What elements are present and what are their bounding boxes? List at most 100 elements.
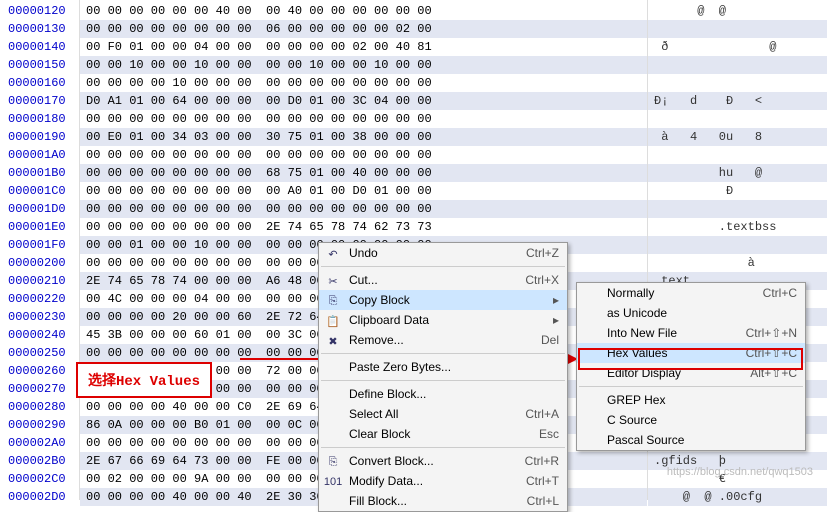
ascii-row xyxy=(648,200,827,218)
menu-item-define-block[interactable]: Define Block... xyxy=(319,384,567,404)
offset-value: 000002D0 xyxy=(0,488,79,506)
menu-item-label: Undo xyxy=(349,246,510,260)
offset-value: 00000260 xyxy=(0,362,79,380)
menu-item-undo[interactable]: ↶ Undo Ctrl+Z xyxy=(319,243,567,263)
ascii-row xyxy=(648,110,827,128)
menu-item-grep-hex[interactable]: GREP Hex xyxy=(577,390,805,410)
menu-item-as-unicode[interactable]: as Unicode xyxy=(577,303,805,323)
menu-item-c-source[interactable]: C Source xyxy=(577,410,805,430)
ascii-row: @ @ xyxy=(648,2,827,20)
menu-item-label: Clipboard Data xyxy=(349,313,541,327)
menu-icon: ⎘ xyxy=(325,454,341,470)
menu-separator xyxy=(321,266,565,267)
menu-item-label: Fill Block... xyxy=(349,494,511,508)
hex-row[interactable]: 00 00 10 00 00 10 00 00 00 00 10 00 00 1… xyxy=(80,56,647,74)
hex-row[interactable]: 00 00 00 00 00 00 00 00 00 00 00 00 00 0… xyxy=(80,200,647,218)
menu-shortcut: Ctrl+C xyxy=(763,286,797,300)
hex-row[interactable]: 00 00 00 00 00 00 00 00 2E 74 65 78 74 6… xyxy=(80,218,647,236)
annotation-callout: 选择Hex Values xyxy=(76,362,212,398)
offset-value: 00000180 xyxy=(0,110,79,128)
ascii-row: .textbss xyxy=(648,218,827,236)
menu-shortcut: Del xyxy=(541,333,559,347)
hex-row[interactable]: 00 F0 01 00 00 04 00 00 00 00 00 00 02 0… xyxy=(80,38,647,56)
ascii-row: ð @ xyxy=(648,38,827,56)
menu-icon: ✖ xyxy=(325,333,341,349)
hex-row[interactable]: 00 00 00 00 00 00 00 00 06 00 00 00 00 0… xyxy=(80,20,647,38)
offset-value: 000002B0 xyxy=(0,452,79,470)
hex-row[interactable]: 00 00 00 00 00 00 40 00 00 40 00 00 00 0… xyxy=(80,2,647,20)
menu-item-cut[interactable]: ✂Cut...Ctrl+X xyxy=(319,270,567,290)
offset-value: 00000250 xyxy=(0,344,79,362)
offset-value: 000001E0 xyxy=(0,218,79,236)
context-menu[interactable]: ↶ Undo Ctrl+Z ✂Cut...Ctrl+X ⎘ Copy Block ▸ 📋 Cli… xyxy=(318,242,568,512)
callout-text: 选择Hex Values xyxy=(88,374,200,390)
menu-item-label: Pascal Source xyxy=(607,433,797,447)
offset-value: 00000170 xyxy=(0,92,79,110)
ascii-row: à 4 0u 8 xyxy=(648,128,827,146)
menu-item-pascal-source[interactable]: Pascal Source xyxy=(577,430,805,450)
offset-value: 00000150 xyxy=(0,56,79,74)
menu-shortcut: Ctrl+Z xyxy=(526,246,559,260)
offset-value: 00000230 xyxy=(0,308,79,326)
hex-row[interactable]: 00 00 00 00 00 00 00 00 68 75 01 00 40 0… xyxy=(80,164,647,182)
menu-icon: ↶ xyxy=(325,246,341,262)
menu-item-paste-zero-bytes[interactable]: Paste Zero Bytes... xyxy=(319,357,567,377)
ascii-row xyxy=(648,56,827,74)
menu-separator xyxy=(321,380,565,381)
menu-item-into-new-file[interactable]: Into New FileCtrl+⇧+N xyxy=(577,323,805,343)
hex-row[interactable]: D0 A1 01 00 64 00 00 00 00 D0 01 00 3C 0… xyxy=(80,92,647,110)
menu-item-copy-block[interactable]: ⎘ Copy Block ▸ xyxy=(319,290,567,310)
offset-value: 00000290 xyxy=(0,416,79,434)
menu-item-convert-block[interactable]: ⎘Convert Block...Ctrl+R xyxy=(319,451,567,471)
menu-item-select-all[interactable]: Select All Ctrl+A xyxy=(319,404,567,424)
ascii-row: @ @ .00cfg xyxy=(648,488,827,506)
menu-item-remove[interactable]: ✖ Remove... Del xyxy=(319,330,567,350)
menu-item-clipboard-data[interactable]: 📋 Clipboard Data ▸ xyxy=(319,310,567,330)
offset-column: 0000012000000130000001400000015000000160… xyxy=(0,0,80,500)
offset-value: 000002A0 xyxy=(0,434,79,452)
hex-row[interactable]: 00 E0 01 00 34 03 00 00 30 75 01 00 38 0… xyxy=(80,128,647,146)
offset-value: 00000160 xyxy=(0,74,79,92)
offset-value: 00000130 xyxy=(0,20,79,38)
offset-value: 00000140 xyxy=(0,38,79,56)
hex-row[interactable]: 00 00 00 00 00 00 00 00 00 A0 01 00 D0 0… xyxy=(80,182,647,200)
menu-item-normally[interactable]: NormallyCtrl+C xyxy=(577,283,805,303)
offset-value: 000001F0 xyxy=(0,236,79,254)
menu-item-label: Modify Data... xyxy=(349,474,510,488)
menu-icon: 101 xyxy=(325,474,341,490)
offset-value: 00000240 xyxy=(0,326,79,344)
offset-value: 000002C0 xyxy=(0,470,79,488)
offset-value: 00000270 xyxy=(0,380,79,398)
hex-row[interactable]: 00 00 00 00 00 00 00 00 00 00 00 00 00 0… xyxy=(80,110,647,128)
ascii-row: à xyxy=(648,254,827,272)
menu-item-modify-data[interactable]: 101 Modify Data... Ctrl+T xyxy=(319,471,567,491)
hex-row[interactable]: 00 00 00 00 10 00 00 00 00 00 00 00 00 0… xyxy=(80,74,647,92)
offset-value: 000001A0 xyxy=(0,146,79,164)
menu-item-label: Copy Block xyxy=(349,293,541,307)
menu-item-label: C Source xyxy=(607,413,797,427)
menu-separator xyxy=(321,447,565,448)
hex-row[interactable]: 00 00 00 00 00 00 00 00 00 00 00 00 00 0… xyxy=(80,146,647,164)
menu-icon: 📋 xyxy=(325,313,341,329)
menu-icon: ⎘ xyxy=(325,293,341,309)
menu-item-label: Remove... xyxy=(349,333,525,347)
ascii-row xyxy=(648,74,827,92)
highlight-box-hex-values xyxy=(578,348,803,370)
submenu-arrow-icon: ▸ xyxy=(553,293,559,307)
ascii-row: Ð xyxy=(648,182,827,200)
ascii-row xyxy=(648,20,827,38)
menu-item-fill-block[interactable]: Fill Block...Ctrl+L xyxy=(319,491,567,511)
menu-item-label: Select All xyxy=(349,407,509,421)
ascii-row: Ð¡ d Ð < xyxy=(648,92,827,110)
submenu-arrow-icon: ▸ xyxy=(553,313,559,327)
menu-separator xyxy=(321,353,565,354)
offset-value: 000001B0 xyxy=(0,164,79,182)
menu-shortcut: Ctrl+R xyxy=(525,454,559,468)
offset-value: 00000220 xyxy=(0,290,79,308)
menu-shortcut: Ctrl+A xyxy=(525,407,559,421)
menu-shortcut: Ctrl+T xyxy=(526,474,559,488)
offset-value: 00000210 xyxy=(0,272,79,290)
ascii-row xyxy=(648,236,827,254)
menu-item-clear-block[interactable]: Clear BlockEsc xyxy=(319,424,567,444)
offset-value: 000001C0 xyxy=(0,182,79,200)
